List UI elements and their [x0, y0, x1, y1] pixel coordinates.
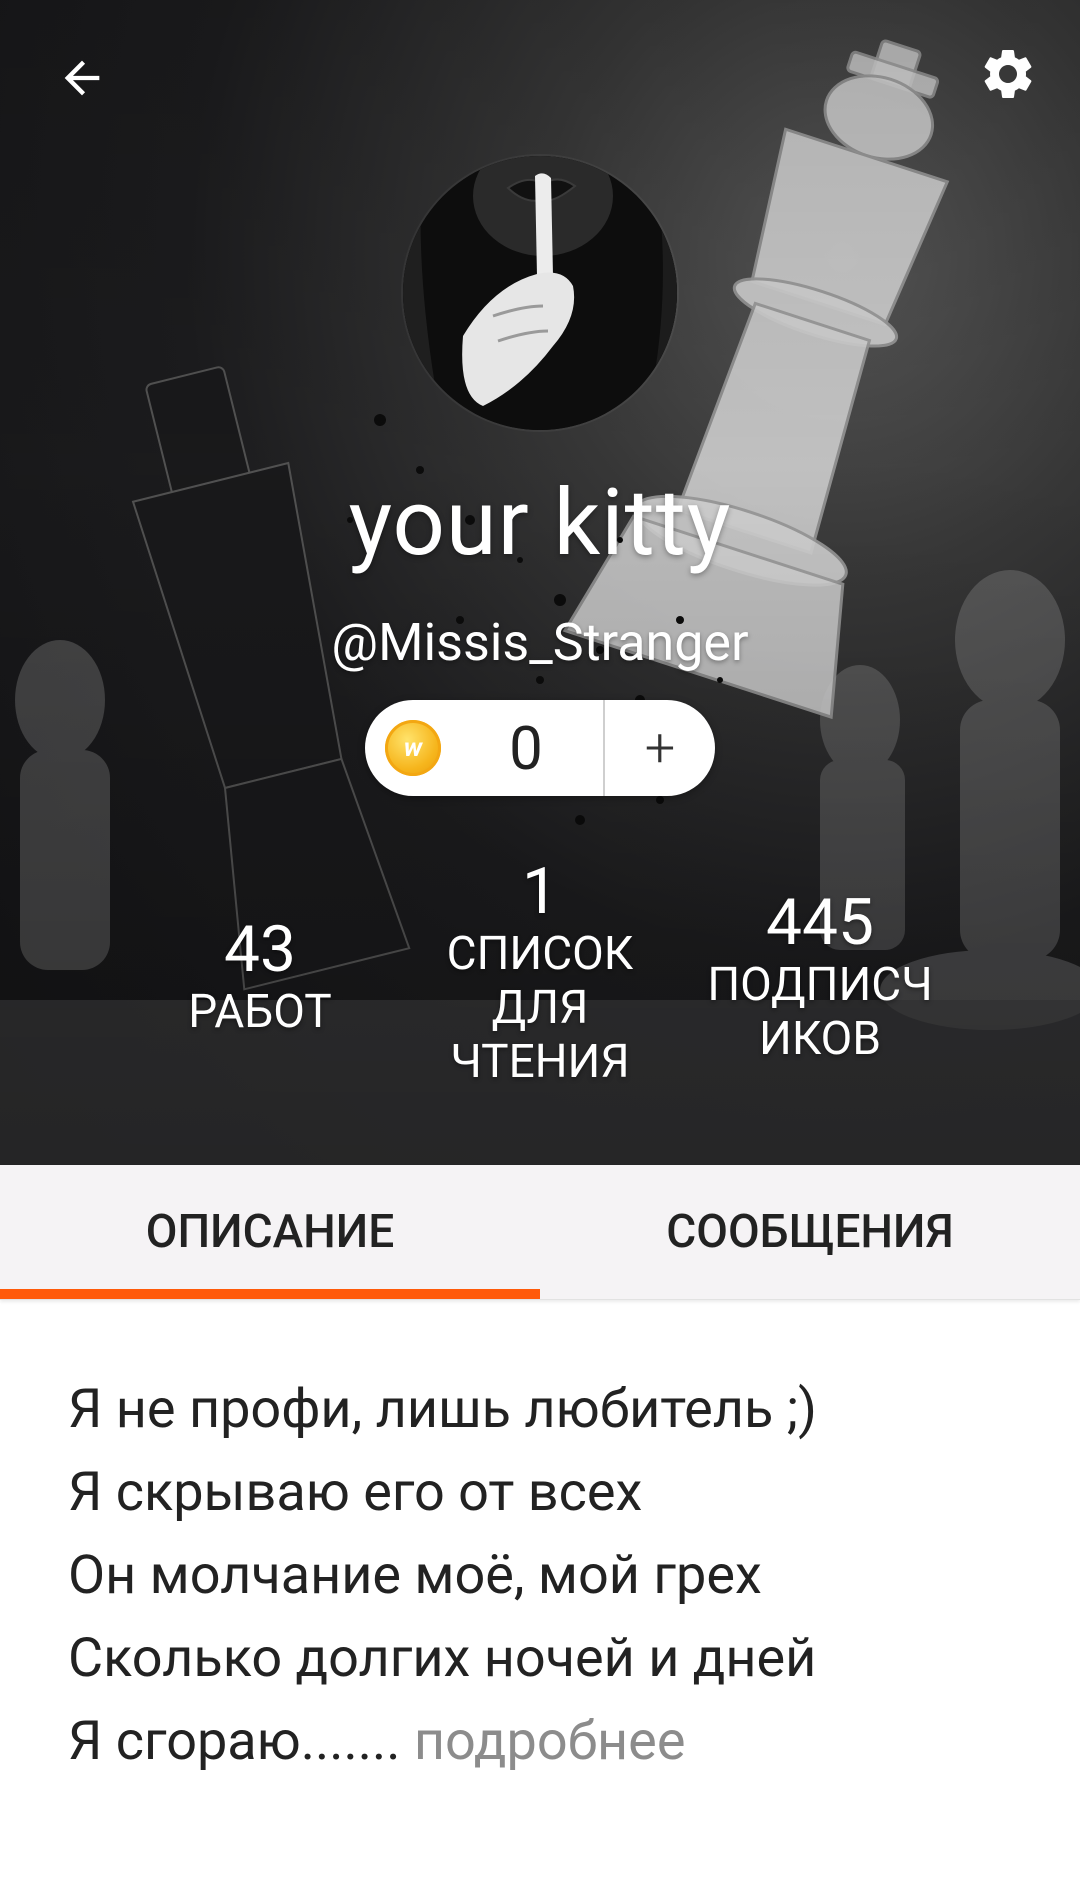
stat-followers[interactable]: 445 ПОДПИСЧ ИКОВ	[680, 885, 960, 1067]
works-label: РАБОТ	[188, 985, 332, 1039]
coins-widget[interactable]: w 0 +	[365, 700, 715, 796]
avatar[interactable]	[403, 156, 677, 430]
description-last-line: Я сгораю....... подробнее	[68, 1700, 1028, 1783]
add-coins-button[interactable]: +	[605, 700, 715, 796]
tab-messages[interactable]: СООБЩЕНИЯ	[540, 1165, 1080, 1299]
description-line: Я сгораю.......	[68, 1710, 401, 1773]
profile-tabs: ОПИСАНИЕ СООБЩЕНИЯ	[0, 1165, 1080, 1300]
works-count: 43	[224, 912, 296, 987]
coin-icon: w	[385, 720, 441, 776]
profile-description: Я не профи, лишь любитель ;) Я скрываю е…	[68, 1368, 1028, 1783]
description-line: Он молчание моё, мой грех	[68, 1544, 762, 1607]
reading-lists-label-line: СПИСОК	[446, 927, 634, 981]
avatar-image	[403, 156, 677, 430]
coin-count: 0	[509, 712, 543, 784]
description-line: Я не профи, лишь любитель ;)	[68, 1378, 817, 1441]
description-line: Сколько долгих ночей и дней	[68, 1627, 817, 1690]
settings-button[interactable]	[966, 32, 1050, 116]
back-button[interactable]	[40, 36, 124, 120]
reading-lists-label-line: ДЛЯ	[491, 981, 589, 1035]
reading-lists-label-line: ЧТЕНИЯ	[450, 1035, 630, 1089]
read-more-link[interactable]: подробнее	[414, 1710, 686, 1773]
arrow-left-icon	[64, 60, 100, 96]
reading-lists-count: 1	[522, 854, 558, 929]
followers-label-line: ПОДПИСЧ	[707, 958, 933, 1012]
followers-label-line: ИКОВ	[759, 1012, 881, 1066]
stat-works[interactable]: 43 РАБОТ	[160, 912, 360, 1040]
display-name: your kitty	[348, 470, 732, 577]
followers-count: 445	[766, 885, 874, 960]
tab-description[interactable]: ОПИСАНИЕ	[0, 1165, 540, 1299]
description-line: Я скрываю его от всех	[68, 1461, 643, 1524]
profile-cover: your kitty @Missis_Stranger w 0 + 43 РАБ…	[0, 0, 1080, 1165]
username: @Missis_Stranger	[331, 612, 749, 673]
gear-icon	[984, 49, 1032, 98]
stat-reading-lists[interactable]: 1 СПИСОК ДЛЯ ЧТЕНИЯ	[420, 854, 660, 1090]
